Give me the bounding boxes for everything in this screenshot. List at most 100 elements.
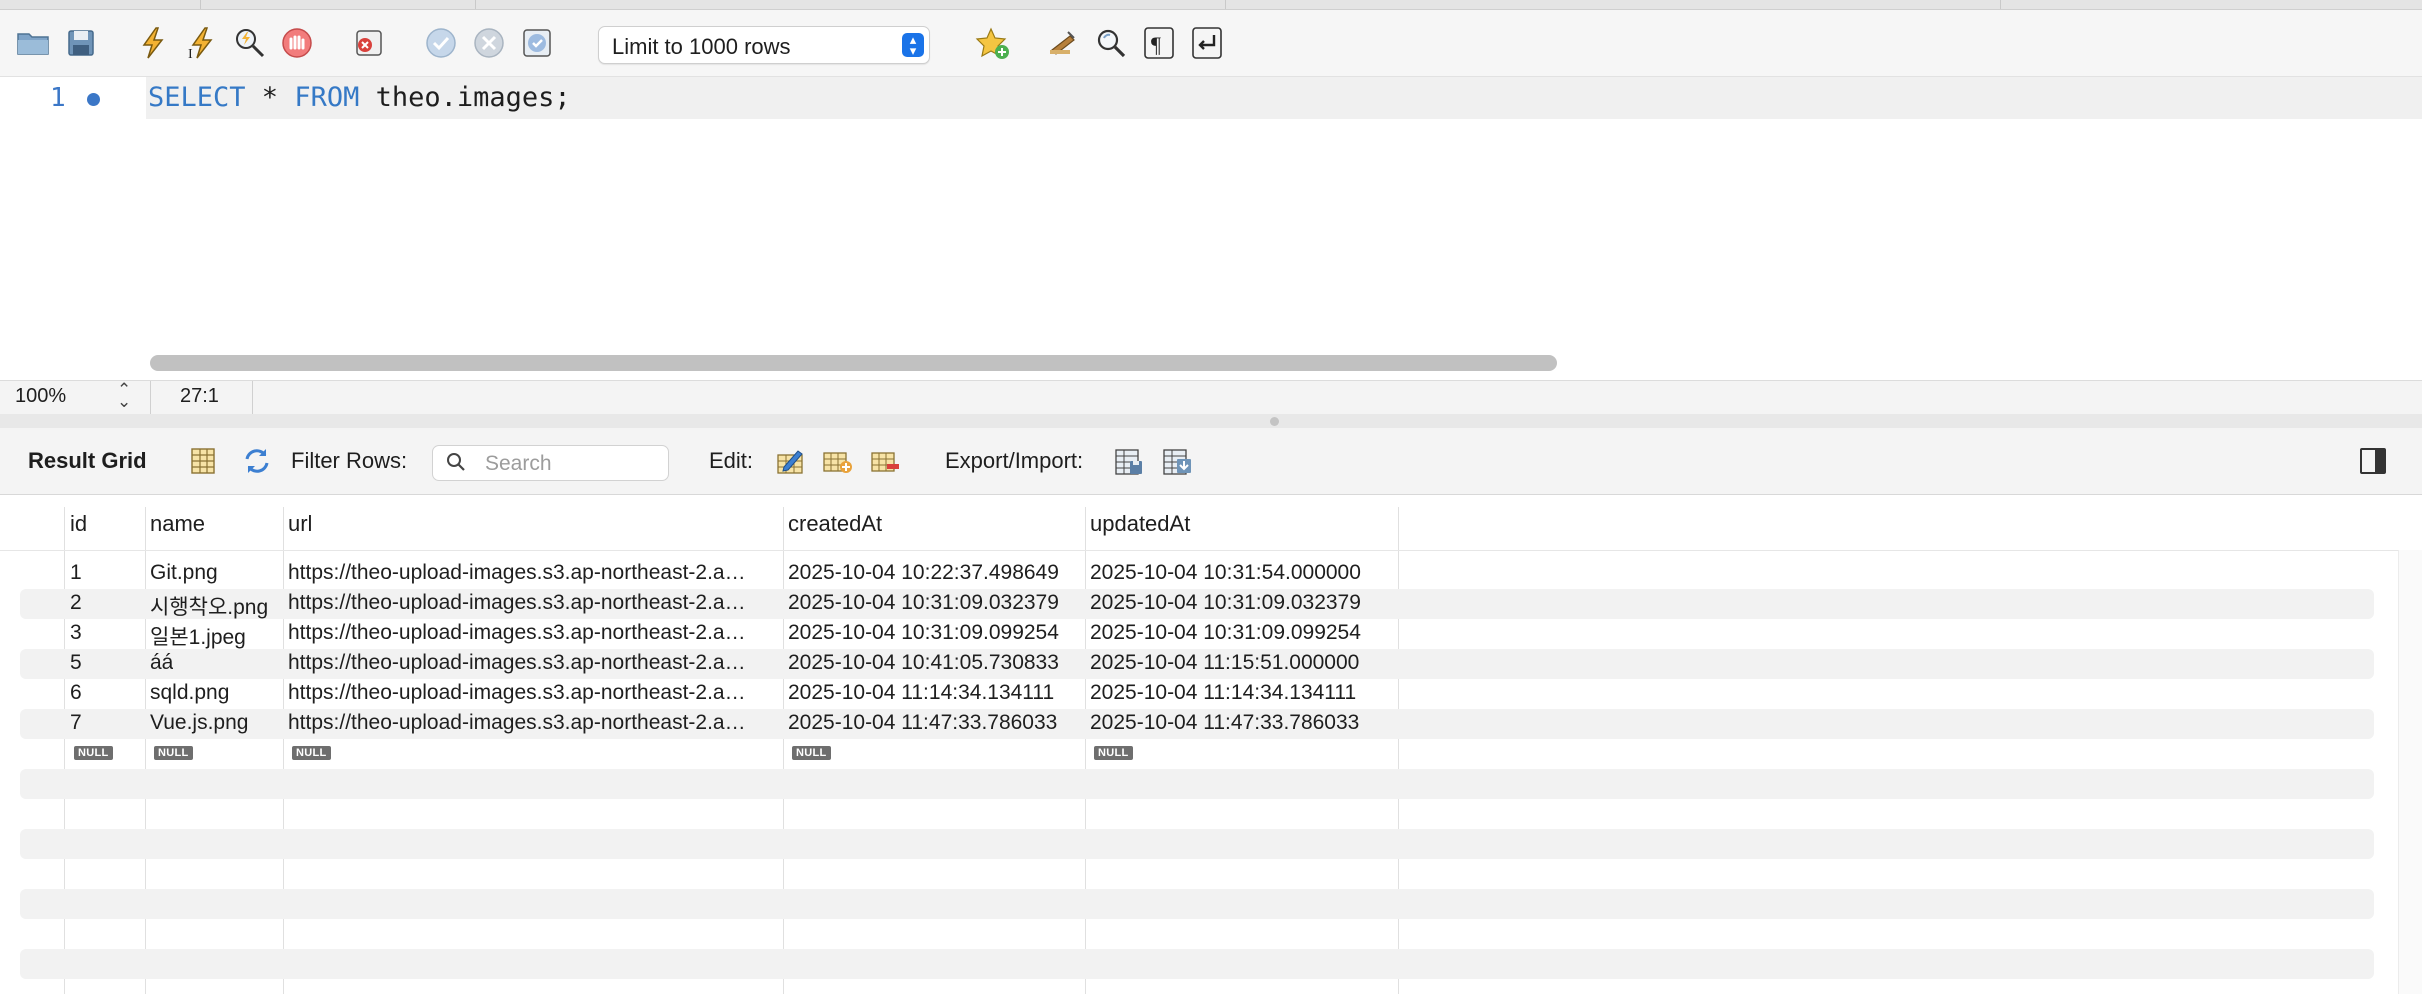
cell-url[interactable]: https://theo-upload-images.s3.ap-northea…: [288, 651, 746, 675]
editor-horizontal-scrollbar[interactable]: [150, 355, 1557, 371]
column-header-id[interactable]: id: [70, 511, 87, 537]
cell-name[interactable]: 시행착오.png: [150, 591, 268, 621]
cell-url[interactable]: https://theo-upload-images.s3.ap-northea…: [288, 711, 746, 735]
tab-segment[interactable]: [475, 0, 1226, 9]
edit-row-icon[interactable]: [773, 444, 807, 478]
delete-row-icon[interactable]: [868, 444, 902, 478]
limit-rows-label: Limit to 1000 rows: [612, 34, 791, 59]
tab-segment[interactable]: [1225, 0, 2001, 9]
sql-keyword-select: SELECT: [148, 82, 246, 113]
empty-row: [20, 799, 2374, 829]
cell-id[interactable]: 7: [70, 711, 82, 735]
null-badge[interactable]: NULL: [792, 746, 831, 760]
export-icon[interactable]: [1112, 444, 1146, 478]
autocommit-icon[interactable]: [516, 22, 558, 64]
wrap-icon[interactable]: [1186, 22, 1228, 64]
cell-id[interactable]: 5: [70, 651, 82, 675]
column-header-updatedat[interactable]: updatedAt: [1090, 511, 1190, 537]
cursor-position: 27:1: [180, 385, 219, 407]
empty-row: [20, 919, 2374, 949]
cell-id[interactable]: 2: [70, 591, 82, 615]
empty-row: [20, 769, 2374, 799]
cell-createdat[interactable]: 2025-10-04 10:22:37.498649: [788, 561, 1059, 585]
sql-keyword-from: FROM: [294, 82, 360, 113]
sql-code-line[interactable]: SELECT * FROM theo.images;: [148, 82, 571, 113]
toggle-error-icon[interactable]: [348, 22, 390, 64]
cell-url[interactable]: https://theo-upload-images.s3.ap-northea…: [288, 681, 746, 705]
result-grid-title: Result Grid: [28, 448, 147, 473]
tab-segment[interactable]: [0, 0, 201, 9]
result-grid: id name url createdAt updatedAt 1 Git.png…: [0, 495, 2422, 994]
cell-createdat[interactable]: 2025-10-04 11:14:34.134111: [788, 681, 1054, 705]
tab-strip: [0, 0, 2422, 10]
column-header-createdat[interactable]: createdAt: [788, 511, 882, 537]
statement-marker-icon: [87, 93, 100, 106]
cell-updatedat[interactable]: 2025-10-04 10:31:54.000000: [1090, 561, 1361, 585]
cell-url[interactable]: https://theo-upload-images.s3.ap-northea…: [288, 561, 746, 585]
zoom-stepper-icon[interactable]: ⌃ ⌄: [117, 381, 131, 410]
column-header-url[interactable]: url: [288, 511, 312, 537]
open-folder-icon[interactable]: [12, 22, 54, 64]
cell-createdat[interactable]: 2025-10-04 10:31:09.099254: [788, 621, 1059, 645]
find-icon[interactable]: [1090, 22, 1132, 64]
cell-createdat[interactable]: 2025-10-04 10:31:09.032379: [788, 591, 1059, 615]
cell-id[interactable]: 6: [70, 681, 82, 705]
column-header-name[interactable]: name: [150, 511, 205, 537]
panel-splitter[interactable]: [0, 414, 2422, 428]
svg-text:¶: ¶: [1151, 32, 1161, 57]
cell-updatedat[interactable]: 2025-10-04 11:47:33.786033: [1090, 711, 1359, 735]
empty-row: [20, 949, 2374, 979]
execute-icon[interactable]: [132, 22, 174, 64]
cell-createdat[interactable]: 2025-10-04 11:47:33.786033: [788, 711, 1057, 735]
add-snippet-icon[interactable]: [972, 22, 1014, 64]
grid-vertical-scrollbar[interactable]: [2398, 550, 2422, 994]
cell-id[interactable]: 1: [70, 561, 82, 585]
cell-name[interactable]: Git.png: [150, 561, 218, 585]
empty-row: [20, 829, 2374, 859]
tab-segment[interactable]: [200, 0, 476, 9]
rollback-icon[interactable]: [468, 22, 510, 64]
execute-current-icon[interactable]: I: [180, 22, 222, 64]
cell-name[interactable]: áá: [150, 651, 173, 675]
add-row-icon[interactable]: [820, 444, 854, 478]
cell-updatedat[interactable]: 2025-10-04 11:14:34.134111: [1090, 681, 1356, 705]
cell-updatedat[interactable]: 2025-10-04 10:31:09.099254: [1090, 621, 1361, 645]
cell-url[interactable]: https://theo-upload-images.s3.ap-northea…: [288, 591, 746, 615]
cell-url[interactable]: https://theo-upload-images.s3.ap-northea…: [288, 621, 746, 645]
search-input[interactable]: [483, 450, 662, 478]
cell-name[interactable]: sqld.png: [150, 681, 229, 705]
explain-icon[interactable]: [228, 22, 270, 64]
line-number: 1: [50, 83, 66, 113]
toggle-side-panel-icon[interactable]: [2360, 448, 2386, 474]
filter-rows-label: Filter Rows:: [291, 448, 408, 473]
grid-view-icon[interactable]: [186, 444, 220, 478]
commit-icon[interactable]: [420, 22, 462, 64]
cell-updatedat[interactable]: 2025-10-04 11:15:51.000000: [1090, 651, 1359, 675]
cell-createdat[interactable]: 2025-10-04 10:41:05.730833: [788, 651, 1059, 675]
null-badge[interactable]: NULL: [1094, 746, 1133, 760]
cell-name[interactable]: Vue.js.png: [150, 711, 248, 735]
line-gutter: 1: [0, 77, 146, 380]
zoom-level[interactable]: 100%: [15, 385, 66, 408]
import-icon[interactable]: [1160, 444, 1194, 478]
cell-updatedat[interactable]: 2025-10-04 10:31:09.032379: [1090, 591, 1361, 615]
null-badge[interactable]: NULL: [154, 746, 193, 760]
sql-editor-toolbar: I Limit to 1000 rows ▴ ▾ ¶: [0, 10, 2422, 77]
beautify-icon[interactable]: [1042, 22, 1084, 64]
sql-editor[interactable]: 1 SELECT * FROM theo.images;: [0, 77, 2422, 380]
result-grid-toolbar: Result Grid Filter Rows: Edit: Export/Im…: [0, 428, 2422, 495]
invisible-chars-icon[interactable]: ¶: [1138, 22, 1180, 64]
null-badge[interactable]: NULL: [74, 746, 113, 760]
cell-id[interactable]: 3: [70, 621, 82, 645]
sql-star: *: [245, 82, 295, 113]
divider: [150, 381, 151, 414]
refresh-icon[interactable]: [240, 444, 274, 478]
limit-rows-select[interactable]: Limit to 1000 rows ▴ ▾: [598, 26, 930, 64]
filter-rows-search[interactable]: [432, 445, 669, 481]
cell-name[interactable]: 일본1.jpeg: [150, 621, 246, 651]
edit-label: Edit:: [709, 448, 754, 473]
save-icon[interactable]: [60, 22, 102, 64]
splitter-handle-icon[interactable]: [1270, 417, 1279, 426]
null-badge[interactable]: NULL: [292, 746, 331, 760]
stop-icon[interactable]: [276, 22, 318, 64]
